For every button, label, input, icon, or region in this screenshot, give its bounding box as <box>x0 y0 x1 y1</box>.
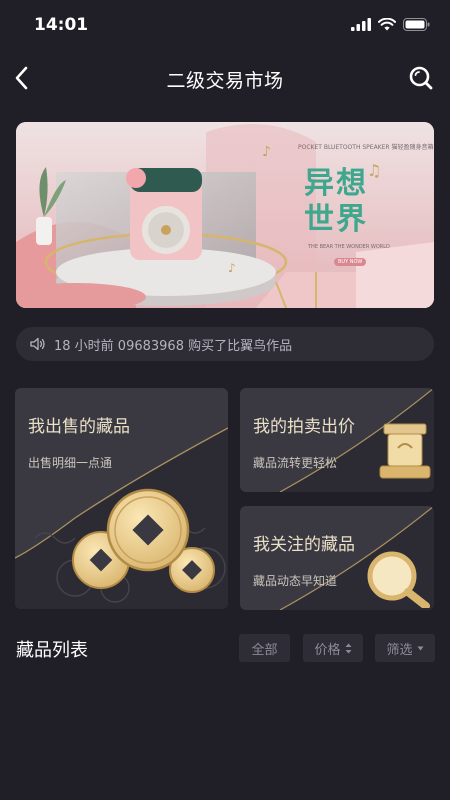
svg-text:♪: ♪ <box>228 261 236 275</box>
filter-all-label: 全部 <box>251 642 278 658</box>
banner-title: 异想 世界 <box>304 166 394 238</box>
banner-buy-now: BUY NOW <box>334 258 367 266</box>
banner-title-line2: 世界 <box>304 202 368 237</box>
watch-card-title: 我关注的藏品 <box>253 535 355 555</box>
status-icons <box>351 18 430 31</box>
watch-card-subtitle: 藏品动态早知道 <box>253 574 338 588</box>
bid-card-title: 我的拍卖出价 <box>253 417 355 437</box>
page-title: 二级交易市场 <box>166 70 284 92</box>
banner-title-line1: 异想 <box>304 166 368 201</box>
my-watched-collections-card[interactable]: 我关注的藏品 藏品动态早知道 <box>240 506 434 610</box>
promo-banner[interactable]: ♪ ♫ ♪ POCKET BLUETOOTH SPEAKER 猫轻盈随身音箱 异… <box>16 122 434 308</box>
svg-text:♪: ♪ <box>262 144 271 160</box>
search-icon <box>409 66 433 90</box>
coins-icon <box>72 488 215 593</box>
bid-card-subtitle: 藏品流转更轻松 <box>253 456 338 470</box>
banner-subtitle: THE BEAR THE WONDER WORLD <box>308 244 390 250</box>
dropdown-arrow-icon <box>417 646 423 650</box>
collection-list-title: 藏品列表 <box>16 640 88 661</box>
my-bids-card[interactable]: 我的拍卖出价 藏品流转更轻松 <box>240 388 434 492</box>
wifi-icon <box>378 18 396 31</box>
search-button[interactable] <box>404 61 438 95</box>
magnifier-icon <box>367 551 430 608</box>
status-time: 14:01 <box>34 15 89 35</box>
purchase-notice-bar[interactable]: 18 小时前 09683968 购买了比翼鸟作品 <box>16 327 434 361</box>
sell-card-title: 我出售的藏品 <box>28 417 130 437</box>
filter-button[interactable]: 筛选 <box>375 634 435 662</box>
cellular-signal-icon <box>351 18 371 31</box>
banner-brand-text: POCKET BLUETOOTH SPEAKER 猫轻盈随身音箱 <box>298 144 434 151</box>
battery-icon <box>403 18 430 31</box>
filter-label: 筛选 <box>386 642 413 658</box>
my-sold-collections-card[interactable]: 我出售的藏品 出售明细一点通 <box>15 388 228 609</box>
status-bar: 14:01 <box>0 0 450 54</box>
filter-all-button[interactable]: 全部 <box>239 634 290 662</box>
gavel-icon <box>379 423 431 479</box>
sell-card-subtitle: 出售明细一点通 <box>28 456 113 470</box>
sort-price-label: 价格 <box>314 642 341 658</box>
sort-price-button[interactable]: 价格 <box>303 634 363 662</box>
sort-arrows-icon <box>345 643 351 653</box>
speaker-icon <box>30 337 45 351</box>
notice-text: 18 小时前 09683968 购买了比翼鸟作品 <box>54 338 293 354</box>
nav-bar: 二级交易市场 <box>0 54 450 102</box>
